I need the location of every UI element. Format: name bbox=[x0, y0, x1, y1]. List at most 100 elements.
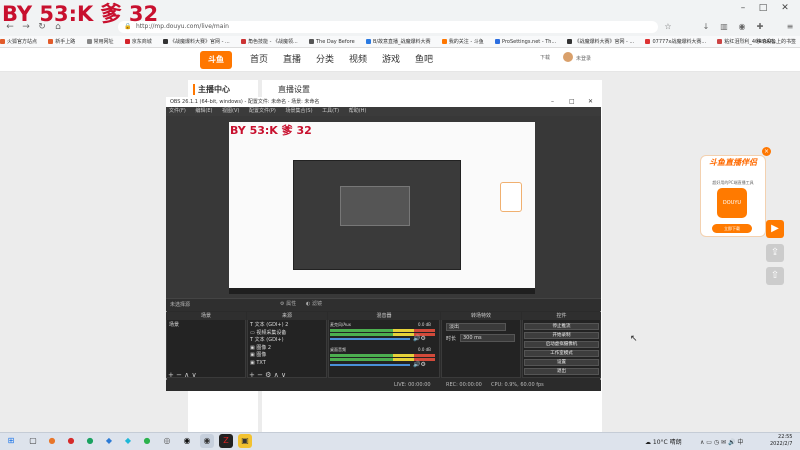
studio-mode-button[interactable]: 工作室模式 bbox=[524, 350, 599, 357]
nav-fishbar[interactable]: 鱼吧 bbox=[415, 51, 433, 69]
source-item[interactable]: ▣ TXT bbox=[250, 360, 266, 368]
close-button[interactable]: ✕ bbox=[777, 2, 793, 14]
app-icon[interactable]: Z bbox=[219, 434, 233, 448]
properties-button[interactable]: ⚙ 属性 bbox=[280, 300, 296, 307]
exit-button[interactable]: 退出 bbox=[524, 368, 599, 375]
bookmark-icon bbox=[495, 39, 501, 44]
back-to-top-icon[interactable]: ⇧ bbox=[766, 267, 784, 285]
nav-live[interactable]: 直播 bbox=[283, 51, 301, 69]
bookmark-item[interactable]: 《战魔爆料大赛》官网 - ... bbox=[163, 36, 230, 47]
app-icon[interactable]: ◆ bbox=[121, 434, 135, 448]
play-icon[interactable]: ▶ bbox=[766, 220, 784, 238]
app-icon[interactable]: ● bbox=[64, 434, 78, 448]
menu-scene-collection[interactable]: 场景集合(S) bbox=[285, 107, 312, 116]
avatar[interactable] bbox=[563, 52, 573, 62]
bookmark-item[interactable]: 京东商城 bbox=[124, 36, 152, 47]
nav-home[interactable]: 首页 bbox=[250, 51, 268, 69]
volume-slider[interactable] bbox=[330, 338, 410, 340]
start-recording-button[interactable]: 开始录制 bbox=[524, 332, 599, 339]
obs-maximize-button[interactable]: □ bbox=[569, 97, 575, 107]
address-bar[interactable]: http://mp.douyu.com/live/main bbox=[118, 21, 658, 33]
sidebar-title[interactable]: 主播中心 bbox=[193, 84, 230, 95]
app-icon[interactable]: ◆ bbox=[102, 434, 116, 448]
stop-streaming-button[interactable]: 停止推流 bbox=[524, 323, 599, 330]
minimize-button[interactable]: – bbox=[735, 2, 751, 14]
menu-tools[interactable]: 工具(T) bbox=[322, 107, 339, 116]
bookmark-item[interactable]: 火狐官方站点 bbox=[0, 36, 37, 47]
transition-select[interactable]: 淡出 bbox=[446, 323, 506, 331]
bookmark-item[interactable]: 07777x战魔爆料大赛... bbox=[645, 36, 706, 47]
speaker-icon[interactable]: 🔊⚙ bbox=[413, 361, 426, 368]
tray-icons[interactable]: ∧ ▭ ◷ ✉ 🔊 中 bbox=[700, 437, 743, 446]
source-item[interactable]: T 文本 (GDI+) 2 bbox=[250, 322, 288, 330]
downloads-icon[interactable]: ↓ bbox=[700, 21, 712, 33]
duration-input[interactable]: 300 ms bbox=[460, 334, 515, 342]
promo-subtitle: 超好用的PC端直播工具 bbox=[712, 180, 754, 185]
menu-help[interactable]: 帮助(H) bbox=[349, 107, 367, 116]
transitions-dock-title: 转场特效 bbox=[441, 312, 521, 320]
bookmark-icon bbox=[48, 39, 54, 44]
edge-icon[interactable]: ● bbox=[83, 434, 97, 448]
obs-icon[interactable]: ◉ bbox=[200, 434, 214, 448]
clock[interactable]: 22:55 2022/2/7 bbox=[770, 434, 792, 448]
promo-download-button[interactable]: 立即下载 bbox=[712, 224, 752, 233]
preview-promo bbox=[500, 182, 522, 212]
live-time: LIVE: 00:00:00 bbox=[394, 382, 431, 388]
bookmark-item[interactable]: The Day Before bbox=[309, 36, 355, 47]
speaker-icon[interactable]: 🔊⚙ bbox=[413, 335, 426, 342]
bookmark-item[interactable]: 我的关注 - 斗鱼 bbox=[441, 36, 484, 47]
nav-category[interactable]: 分类 bbox=[316, 51, 334, 69]
menu-profile[interactable]: 配置文件(P) bbox=[249, 107, 276, 116]
source-item[interactable]: ▣ 图像 2 bbox=[250, 345, 271, 353]
mobile-bookmarks[interactable]: 移动设备上的书签 bbox=[756, 36, 796, 48]
bookmark-icon bbox=[309, 39, 314, 44]
start-icon[interactable]: ⊞ bbox=[4, 434, 18, 448]
wechat-icon[interactable]: ● bbox=[140, 434, 154, 448]
username-label[interactable]: 未登录 bbox=[576, 55, 591, 62]
douyu-logo[interactable]: 斗鱼 bbox=[200, 51, 232, 69]
volume-slider[interactable] bbox=[330, 364, 410, 366]
source-add-controls[interactable]: + − ⚙ ∧ ∨ bbox=[249, 371, 286, 379]
obs-close-button[interactable]: ✕ bbox=[588, 97, 593, 107]
controls-dock-title: 控件 bbox=[522, 312, 601, 320]
virtual-camera-button[interactable]: 启动虚拟摄像机 bbox=[524, 341, 599, 348]
source-item[interactable]: ▣ 图像 bbox=[250, 352, 266, 360]
bookmark-item[interactable]: 常用网址 bbox=[86, 36, 114, 47]
nav-games[interactable]: 游戏 bbox=[382, 51, 400, 69]
weather-widget[interactable]: ☁ 10°C 晴朗 bbox=[645, 437, 682, 446]
bookmark-item[interactable]: 角色技能 - 《战魔领... bbox=[241, 36, 298, 47]
scene-add-controls[interactable]: + − ∧ ∨ bbox=[168, 371, 197, 379]
download-link[interactable]: 下载 bbox=[540, 54, 550, 61]
share-icon[interactable]: ⇪ bbox=[766, 244, 784, 262]
obs-minimize-button[interactable]: – bbox=[551, 97, 554, 107]
account-icon[interactable]: ◉ bbox=[736, 21, 748, 33]
scenes-dock-title: 场景 bbox=[166, 312, 246, 320]
mixer-dock-title: 混音器 bbox=[328, 312, 440, 320]
source-item[interactable]: ▭ 视频采集设备 bbox=[250, 330, 286, 338]
extensions-icon[interactable]: ✚ bbox=[754, 21, 766, 33]
bookmarks-bar: 火狐官方站点 新手上路 常用网址 京东商城 《战魔爆料大赛》官网 - ... 角… bbox=[0, 36, 800, 48]
scene-item[interactable]: 场景 bbox=[169, 322, 179, 330]
menu-edit[interactable]: 编辑(E) bbox=[195, 107, 212, 116]
bookmark-item[interactable]: B/故意直播_战魔爆料大赛 bbox=[365, 36, 431, 47]
nav-video[interactable]: 视频 bbox=[349, 51, 367, 69]
star-icon[interactable]: ☆ bbox=[662, 21, 674, 33]
menu-icon[interactable]: ≡ bbox=[784, 21, 796, 33]
bookmark-item[interactable]: 新手上路 bbox=[48, 36, 75, 47]
transitions-dock bbox=[441, 312, 521, 378]
bookmark-item[interactable]: ProSettings.net - Th... bbox=[495, 36, 556, 47]
close-icon[interactable]: × bbox=[762, 147, 771, 156]
steam-icon[interactable]: ◉ bbox=[180, 434, 194, 448]
app-icon[interactable]: ◎ bbox=[160, 434, 174, 448]
firefox-icon[interactable]: ● bbox=[45, 434, 59, 448]
library-icon[interactable]: ▥ bbox=[718, 21, 730, 33]
menu-view[interactable]: 视图(V) bbox=[222, 107, 239, 116]
filters-button[interactable]: ◐ 滤镜 bbox=[306, 300, 322, 307]
settings-button[interactable]: 设置 bbox=[524, 359, 599, 366]
menu-file[interactable]: 文件(F) bbox=[169, 107, 186, 116]
app-icon[interactable]: ▣ bbox=[238, 434, 252, 448]
maximize-button[interactable]: □ bbox=[755, 2, 771, 14]
task-view-icon[interactable]: ▢ bbox=[26, 434, 40, 448]
source-item[interactable]: T 文本 (GDI+) bbox=[250, 337, 284, 345]
bookmark-item[interactable]: 《战魔爆料大赛》官网 - ... bbox=[567, 36, 634, 47]
